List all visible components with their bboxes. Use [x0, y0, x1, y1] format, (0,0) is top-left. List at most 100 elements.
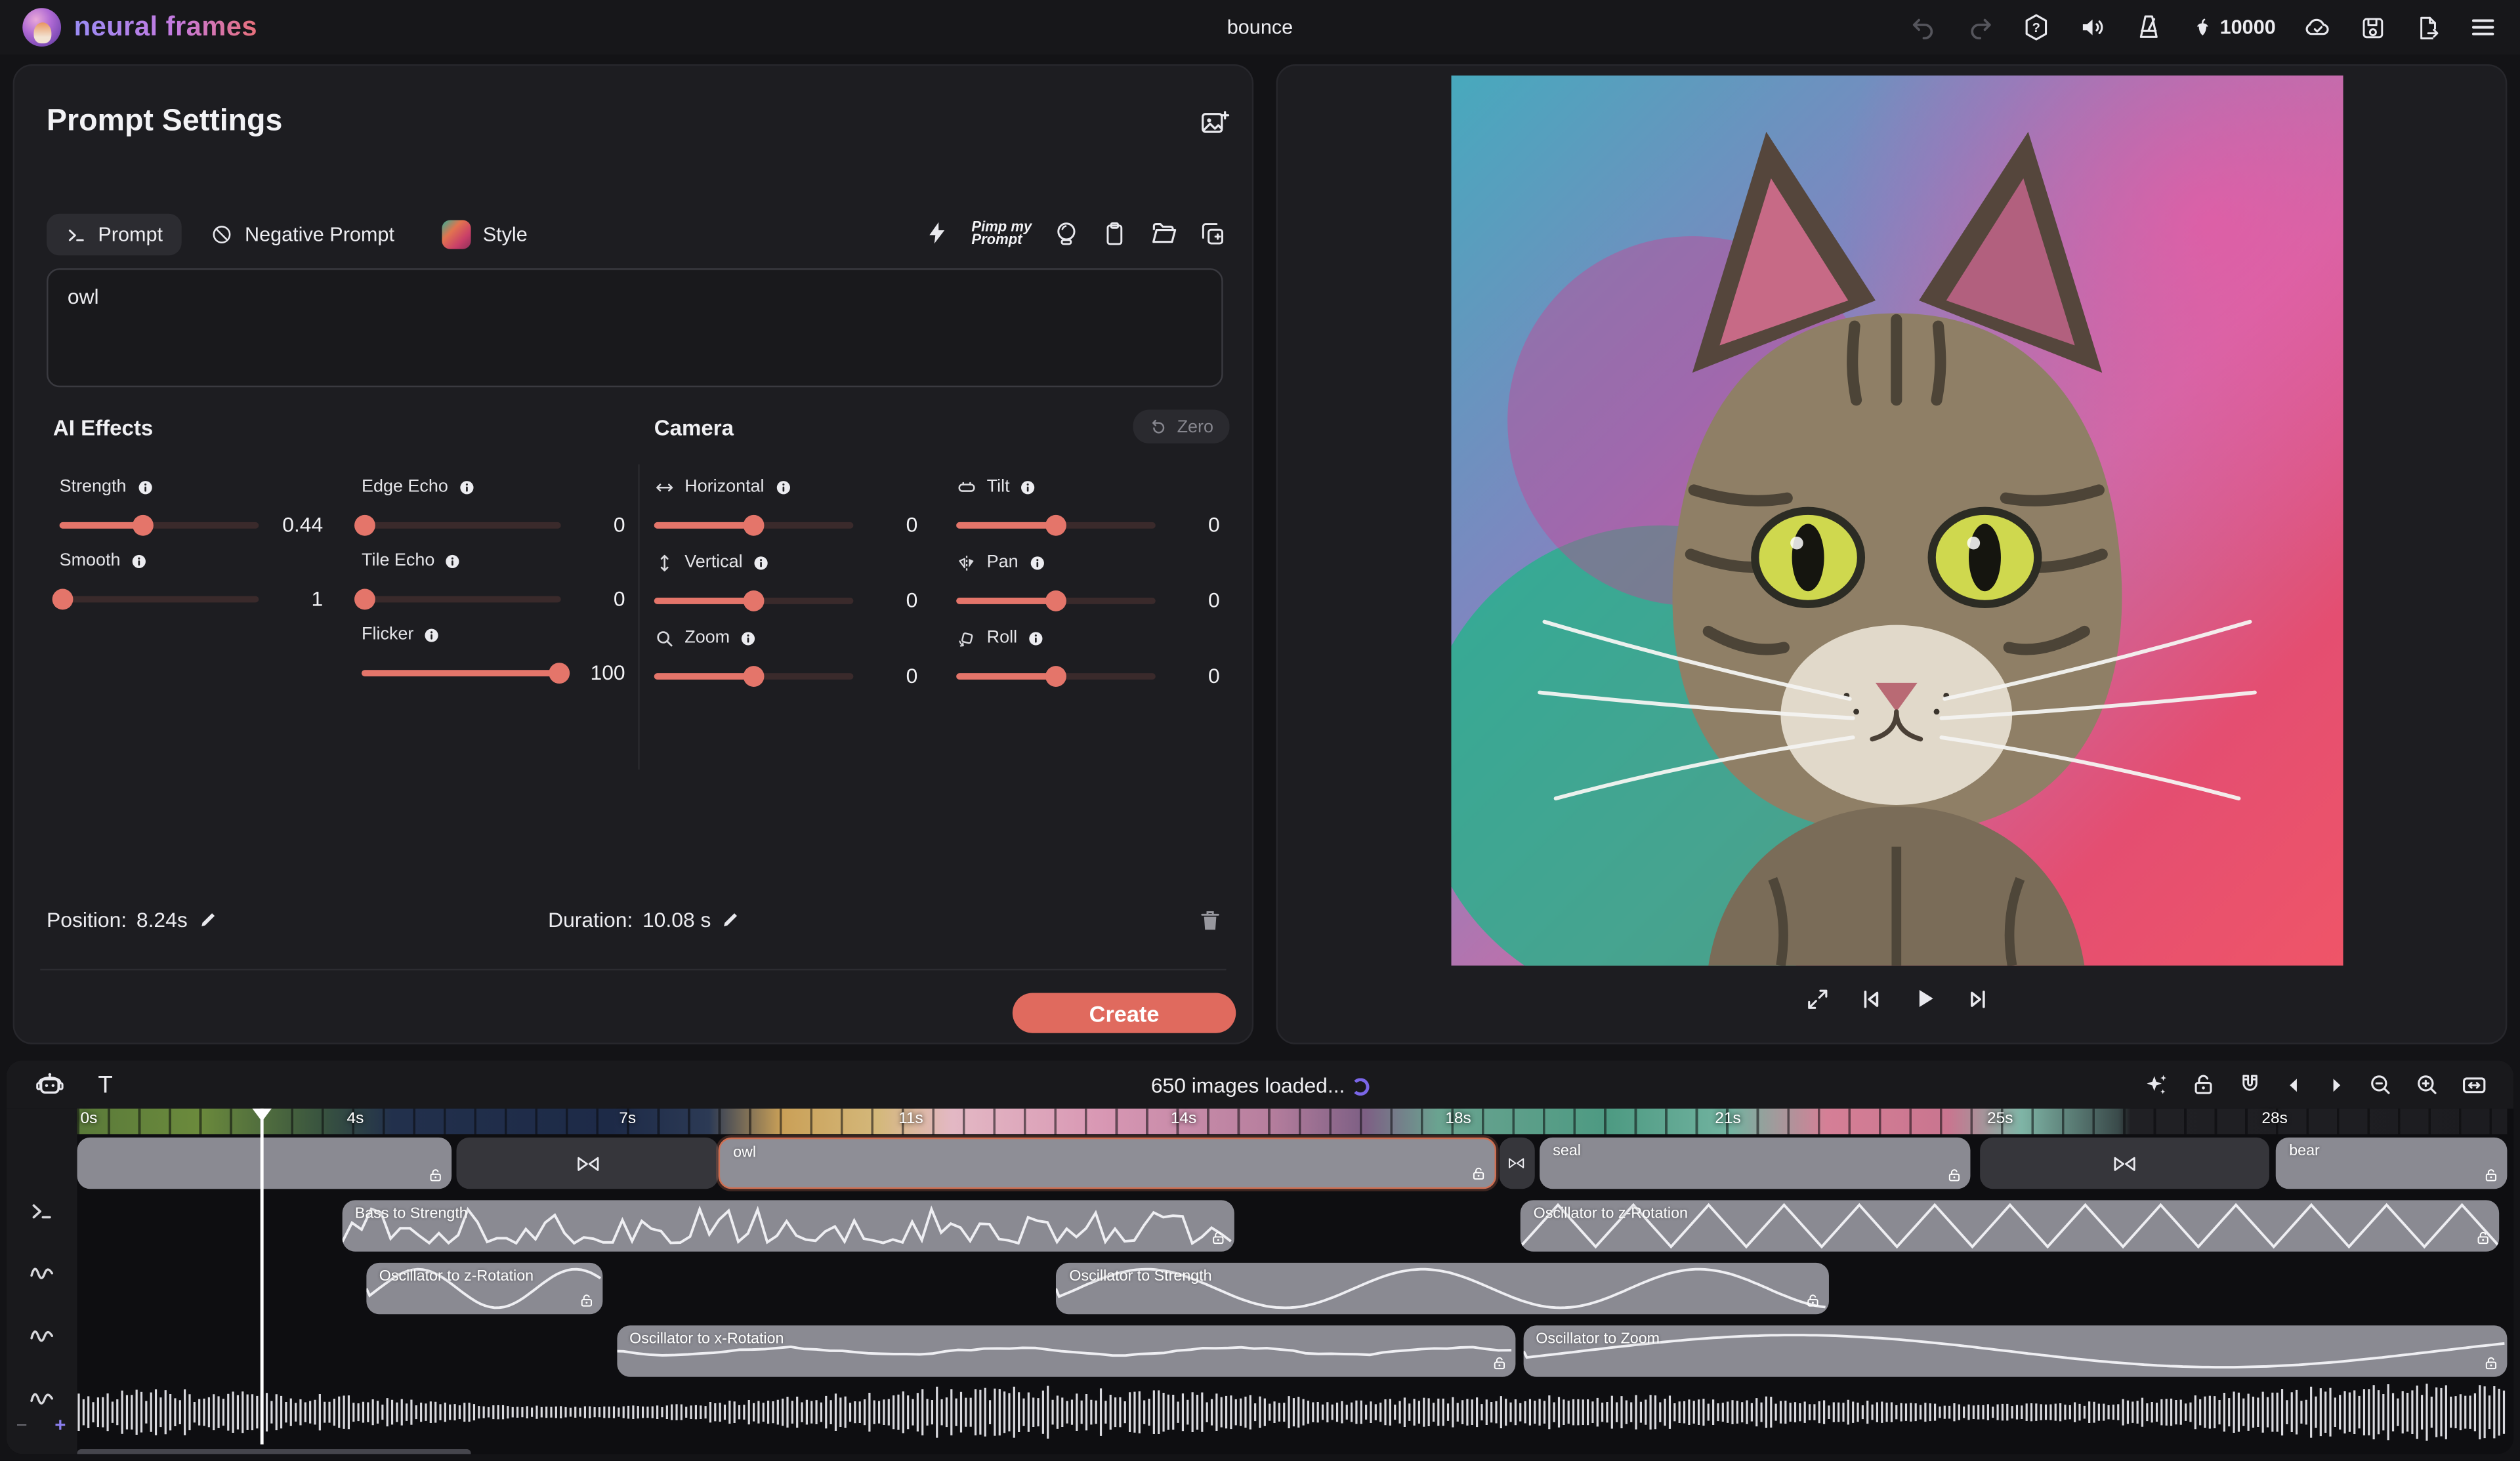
timeline-scrollbar[interactable] [77, 1449, 471, 1454]
slider-thumb[interactable] [355, 514, 376, 535]
vertical-slider[interactable] [654, 597, 854, 604]
duplicate-plus-icon[interactable] [1199, 219, 1227, 247]
zoom-in-icon[interactable] [2414, 1071, 2439, 1097]
menu-icon[interactable] [2469, 13, 2498, 42]
camera-zero-button[interactable]: Zero [1133, 409, 1229, 443]
prompt-clip[interactable] [77, 1138, 452, 1189]
automation-track-icon[interactable] [28, 1323, 56, 1350]
slider-thumb[interactable] [1045, 590, 1066, 611]
transition-clip[interactable] [456, 1138, 719, 1189]
lock-open-icon[interactable] [578, 1292, 594, 1309]
redo-icon[interactable] [1966, 13, 1995, 42]
playhead[interactable] [261, 1109, 263, 1445]
lock-open-icon[interactable] [2483, 1354, 2499, 1372]
strength-slider[interactable] [60, 522, 259, 528]
lock-open-icon[interactable] [2191, 1071, 2216, 1097]
lock-open-icon[interactable] [427, 1166, 443, 1184]
info-icon[interactable] [458, 478, 476, 496]
skip-to-end-icon[interactable] [1965, 985, 1990, 1011]
info-icon[interactable] [740, 629, 757, 647]
tab-negative-prompt[interactable]: Negative Prompt [192, 214, 413, 256]
step-back-icon[interactable] [2284, 1074, 2305, 1095]
prompt-track-icon[interactable] [29, 1199, 54, 1224]
crystal-ball-icon[interactable] [1053, 219, 1080, 247]
clipboard-icon[interactable] [1101, 219, 1129, 247]
ai-assistant-robot-icon[interactable] [33, 1069, 66, 1101]
image-add-icon[interactable] [1199, 108, 1230, 138]
logo[interactable]: neural frames [22, 8, 257, 47]
info-icon[interactable] [1027, 629, 1045, 647]
prompt-clip-seal[interactable]: seal [1540, 1138, 1970, 1189]
slider-thumb[interactable] [1045, 665, 1066, 686]
transition-clip[interactable] [1980, 1138, 2269, 1189]
horizontal-slider[interactable] [654, 522, 854, 528]
help-icon[interactable] [2022, 13, 2051, 42]
lock-open-icon[interactable] [1805, 1292, 1821, 1309]
tab-style[interactable]: Style [423, 211, 547, 258]
lock-open-icon[interactable] [1471, 1165, 1486, 1183]
save-icon[interactable] [2359, 14, 2387, 41]
roll-slider[interactable] [956, 672, 1156, 679]
folder-open-icon[interactable] [1149, 218, 1178, 247]
automation-clip-osc-zrotation-2[interactable]: Oscillator to z-Rotation [366, 1263, 602, 1314]
sparkles-icon[interactable] [2142, 1071, 2170, 1098]
frame-filmstrip[interactable]: 0s 4s 7s 11s 14s 18s 21s 25s 28s [77, 1109, 2508, 1134]
automation-clip-osc-zoom[interactable]: Oscillator to Zoom [1523, 1325, 2508, 1376]
pan-slider[interactable] [956, 597, 1156, 604]
info-icon[interactable] [130, 552, 148, 569]
bolt-icon[interactable] [925, 220, 950, 246]
lock-open-icon[interactable] [2476, 1229, 2492, 1246]
smooth-slider[interactable] [60, 595, 259, 602]
automation-clip-osc-strength[interactable]: Oscillator to Strength [1057, 1263, 1830, 1314]
slider-thumb[interactable] [744, 590, 765, 611]
credits-badge[interactable]: 10000 [2191, 15, 2276, 39]
undo-icon[interactable] [1910, 13, 1939, 42]
zoom-out-icon[interactable] [2367, 1071, 2393, 1097]
expand-icon[interactable] [1804, 985, 1830, 1011]
automation-clip-bass-strength[interactable]: Bass to Strength [342, 1200, 1234, 1251]
slider-thumb[interactable] [549, 662, 570, 683]
automation-track-icon[interactable] [28, 1385, 56, 1412]
cloud-sync-icon[interactable] [2303, 13, 2332, 42]
lock-open-icon[interactable] [1492, 1354, 1507, 1372]
text-tool-button[interactable]: T [98, 1071, 112, 1098]
edge-echo-slider[interactable] [362, 522, 561, 528]
audio-track[interactable] [77, 1382, 2508, 1443]
volume-icon[interactable] [2078, 13, 2107, 42]
info-icon[interactable] [752, 554, 770, 571]
audio-track-icon[interactable] [28, 1449, 56, 1454]
slider-thumb[interactable] [53, 588, 74, 609]
lock-open-icon[interactable] [2483, 1166, 2499, 1184]
slider-thumb[interactable] [744, 514, 765, 535]
magnet-icon[interactable] [2237, 1071, 2263, 1097]
transition-clip[interactable] [1499, 1138, 1536, 1189]
camera-zoom-slider[interactable] [654, 672, 854, 679]
slider-thumb[interactable] [744, 665, 765, 686]
pimp-my-prompt-button[interactable]: Pimp my Prompt [971, 219, 1032, 247]
prompt-input[interactable]: owl [47, 268, 1223, 387]
info-icon[interactable] [774, 478, 791, 496]
tile-echo-slider[interactable] [362, 595, 561, 602]
metronome-icon[interactable] [2135, 13, 2164, 42]
tab-prompt[interactable]: Prompt [47, 214, 182, 256]
remove-track-button[interactable]: − [16, 1417, 27, 1433]
add-track-button[interactable]: + [54, 1417, 66, 1433]
edit-pencil-icon[interactable] [197, 909, 218, 930]
slider-thumb[interactable] [1045, 514, 1066, 535]
lock-open-icon[interactable] [1946, 1166, 1962, 1184]
automation-track-icon[interactable] [28, 1260, 56, 1287]
edit-pencil-icon[interactable] [721, 909, 742, 930]
slider-thumb[interactable] [355, 588, 376, 609]
delete-trash-icon[interactable] [1197, 908, 1223, 934]
create-button[interactable]: Create [1013, 993, 1236, 1033]
prompt-clip-bear[interactable]: bear [2277, 1138, 2508, 1189]
fit-width-icon[interactable] [2460, 1071, 2488, 1098]
tilt-slider[interactable] [956, 522, 1156, 528]
info-icon[interactable] [444, 552, 462, 569]
lock-open-icon[interactable] [1209, 1229, 1225, 1246]
play-icon[interactable] [1910, 985, 1938, 1012]
prompt-clip-owl[interactable]: owl [719, 1138, 1496, 1189]
info-icon[interactable] [1019, 478, 1037, 496]
skip-to-start-icon[interactable] [1857, 985, 1883, 1011]
automation-clip-osc-xrotation[interactable]: Oscillator to x-Rotation [617, 1325, 1516, 1376]
